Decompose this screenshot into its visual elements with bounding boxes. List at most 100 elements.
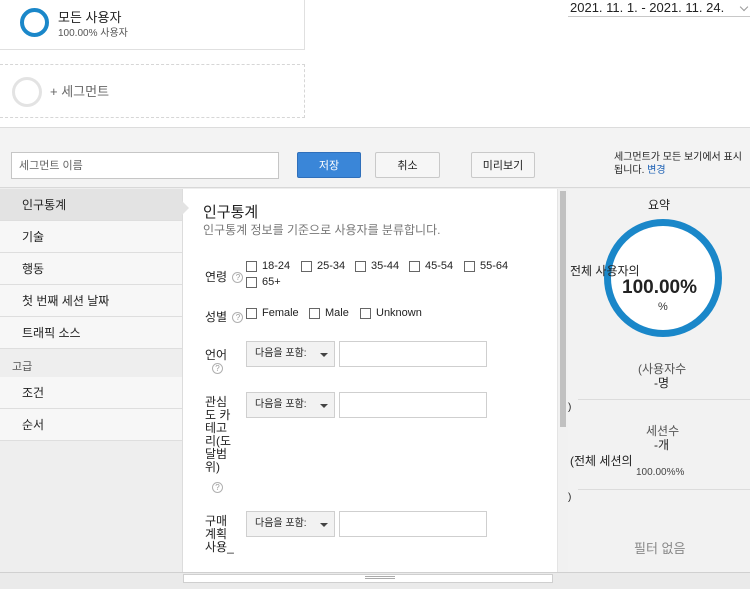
scrollbar-thumb[interactable]	[560, 191, 566, 427]
nav-item-technology[interactable]: 기술	[0, 221, 182, 253]
nav-item-demographics[interactable]: 인구통계	[0, 189, 182, 221]
interest-match-select[interactable]: 다음을 포함:	[246, 392, 335, 418]
checkbox-label: 35-44	[371, 260, 400, 272]
gender-checkbox-male[interactable]: Male	[309, 307, 349, 319]
checkbox-label: 45-54	[425, 260, 454, 272]
nav-section-advanced: 고급	[0, 349, 182, 377]
segment-editor: 저장 취소 미리보기 세그먼트가 모든 보기에서 표시됩니다. 변경 인구통계 …	[0, 127, 750, 589]
checkbox-icon[interactable]	[246, 307, 257, 319]
sessions-value: -개	[654, 438, 670, 452]
segment-percent: 100.00% 사용자	[58, 28, 128, 39]
gender-label: 성별 ?	[205, 308, 244, 325]
age-checkbox-18-24[interactable]: 18-24	[246, 260, 290, 272]
summary-panel: 요약 전체 사용자의 100.00% % (사용자수 -명 ) 세션수 -개 (…	[568, 189, 750, 573]
summary-divider	[578, 399, 750, 400]
checkbox-icon[interactable]	[301, 260, 312, 272]
all-sessions-label: (전체 세션의	[570, 454, 633, 468]
age-label: 연령 ?	[205, 268, 244, 285]
checkbox-icon[interactable]	[309, 307, 320, 319]
age-checkbox-35-44[interactable]: 35-44	[355, 260, 399, 272]
checkbox-label: Unknown	[376, 307, 422, 319]
empty-segment-ring-icon	[12, 77, 42, 107]
panel-subtitle: 인구통계 정보를 기준으로 사용자를 분류합니다.	[203, 223, 441, 237]
preview-button[interactable]: 미리보기	[471, 152, 535, 178]
language-match-select[interactable]: 다음을 포함:	[246, 341, 335, 367]
help-icon[interactable]: ?	[212, 482, 223, 493]
segment-ring-icon	[20, 8, 49, 37]
interest-value-input[interactable]	[339, 392, 487, 418]
users-count-value: -명	[654, 376, 670, 390]
interest-category-label: 관심 도 카 테고 리(도 달범 위)	[205, 396, 235, 474]
checkbox-label: 18-24	[262, 260, 291, 272]
date-dropdown-caret-icon[interactable]	[739, 2, 749, 12]
resize-grip-icon[interactable]	[365, 576, 395, 579]
purchase-value-input[interactable]	[339, 511, 487, 537]
segment-category-nav: 인구통계 기술 행동 첫 번째 세션 날짜 트래픽 소스 고급 조건 순서	[0, 189, 183, 589]
closing-paren: )	[568, 492, 572, 503]
age-checkbox-25-34[interactable]: 25-34	[301, 260, 345, 272]
checkbox-label: 25-34	[317, 260, 346, 272]
checkbox-icon[interactable]	[246, 276, 257, 288]
language-value-input[interactable]	[339, 341, 487, 367]
gender-label-text: 성별	[205, 310, 228, 324]
language-label: 언어	[205, 348, 228, 362]
segment-toolbar: 저장 취소 미리보기 세그먼트가 모든 보기에서 표시됩니다. 변경	[0, 128, 750, 188]
checkbox-icon[interactable]	[464, 260, 475, 272]
percent-sign: %	[658, 301, 668, 313]
purchase-plan-label: 구매 계획 사용_	[205, 515, 235, 554]
all-sessions-percent: 100.00%%	[636, 467, 685, 478]
help-icon[interactable]: ?	[212, 363, 223, 374]
chevron-down-icon	[320, 523, 328, 527]
nav-item-traffic-sources[interactable]: 트래픽 소스	[0, 317, 182, 349]
visibility-note-text: 세그먼트가 모든 보기에서 표시됩니다.	[614, 152, 742, 176]
closing-paren: )	[568, 402, 572, 413]
help-icon[interactable]: ?	[232, 312, 244, 324]
panel-title: 인구통계	[203, 204, 259, 221]
save-button[interactable]: 저장	[297, 152, 361, 178]
nav-item-conditions[interactable]: 조건	[0, 377, 182, 409]
add-segment-card[interactable]: + 세그먼트	[0, 64, 305, 118]
chevron-down-icon	[320, 353, 328, 357]
add-segment-label: + 세그먼트	[50, 84, 110, 99]
active-nav-pointer	[181, 200, 189, 216]
summary-divider	[578, 489, 750, 490]
segment-name-input[interactable]	[11, 152, 279, 179]
select-value: 다음을 포함:	[255, 399, 307, 410]
select-value: 다음을 포함:	[255, 518, 307, 529]
age-checkbox-65-plus[interactable]: 65+	[246, 276, 281, 288]
nav-item-first-session-date[interactable]: 첫 번째 세션 날짜	[0, 285, 182, 317]
interest-label-line: 위)	[205, 460, 221, 474]
checkbox-label: 55-64	[480, 260, 509, 272]
purchase-label-line: 사용_	[205, 540, 234, 554]
segment-card-all-users[interactable]: 모든 사용자 100.00% 사용자	[0, 0, 305, 50]
checkbox-icon[interactable]	[355, 260, 366, 272]
nav-item-behavior[interactable]: 행동	[0, 253, 182, 285]
change-link[interactable]: 변경	[647, 165, 665, 176]
chevron-down-icon	[320, 404, 328, 408]
gender-checkbox-unknown[interactable]: Unknown	[360, 307, 422, 319]
date-underline	[568, 16, 750, 17]
gender-checkbox-female[interactable]: Female	[246, 307, 299, 319]
summary-title: 요약	[647, 198, 671, 212]
content-scrollbar[interactable]	[557, 189, 568, 574]
checkbox-icon[interactable]	[246, 260, 257, 272]
checkbox-icon[interactable]	[360, 307, 371, 319]
select-value: 다음을 포함:	[255, 348, 307, 359]
age-label-text: 연령	[205, 270, 228, 284]
demographics-panel: 인구통계 인구통계 정보를 기준으로 사용자를 분류합니다. 연령 ? 18-2…	[183, 189, 568, 572]
bottom-scroll-strip	[0, 572, 750, 589]
nav-item-sequences[interactable]: 순서	[0, 409, 182, 441]
checkbox-icon[interactable]	[409, 260, 420, 272]
cancel-button[interactable]: 취소	[375, 152, 440, 178]
checkbox-label: Female	[262, 307, 299, 319]
coverage-percent: 100.00%	[622, 277, 698, 298]
help-icon[interactable]: ?	[232, 272, 244, 284]
no-filter-text: 필터 없음	[634, 541, 686, 556]
checkbox-label: 65+	[262, 276, 281, 288]
purchase-match-select[interactable]: 다음을 포함:	[246, 511, 335, 537]
visibility-note: 세그먼트가 모든 보기에서 표시됩니다. 변경	[614, 151, 746, 177]
checkbox-label: Male	[325, 307, 349, 319]
date-range-picker[interactable]: 2021. 11. 1. - 2021. 11. 24.	[570, 0, 724, 15]
age-checkbox-55-64[interactable]: 55-64	[464, 260, 508, 272]
age-checkbox-45-54[interactable]: 45-54	[409, 260, 453, 272]
